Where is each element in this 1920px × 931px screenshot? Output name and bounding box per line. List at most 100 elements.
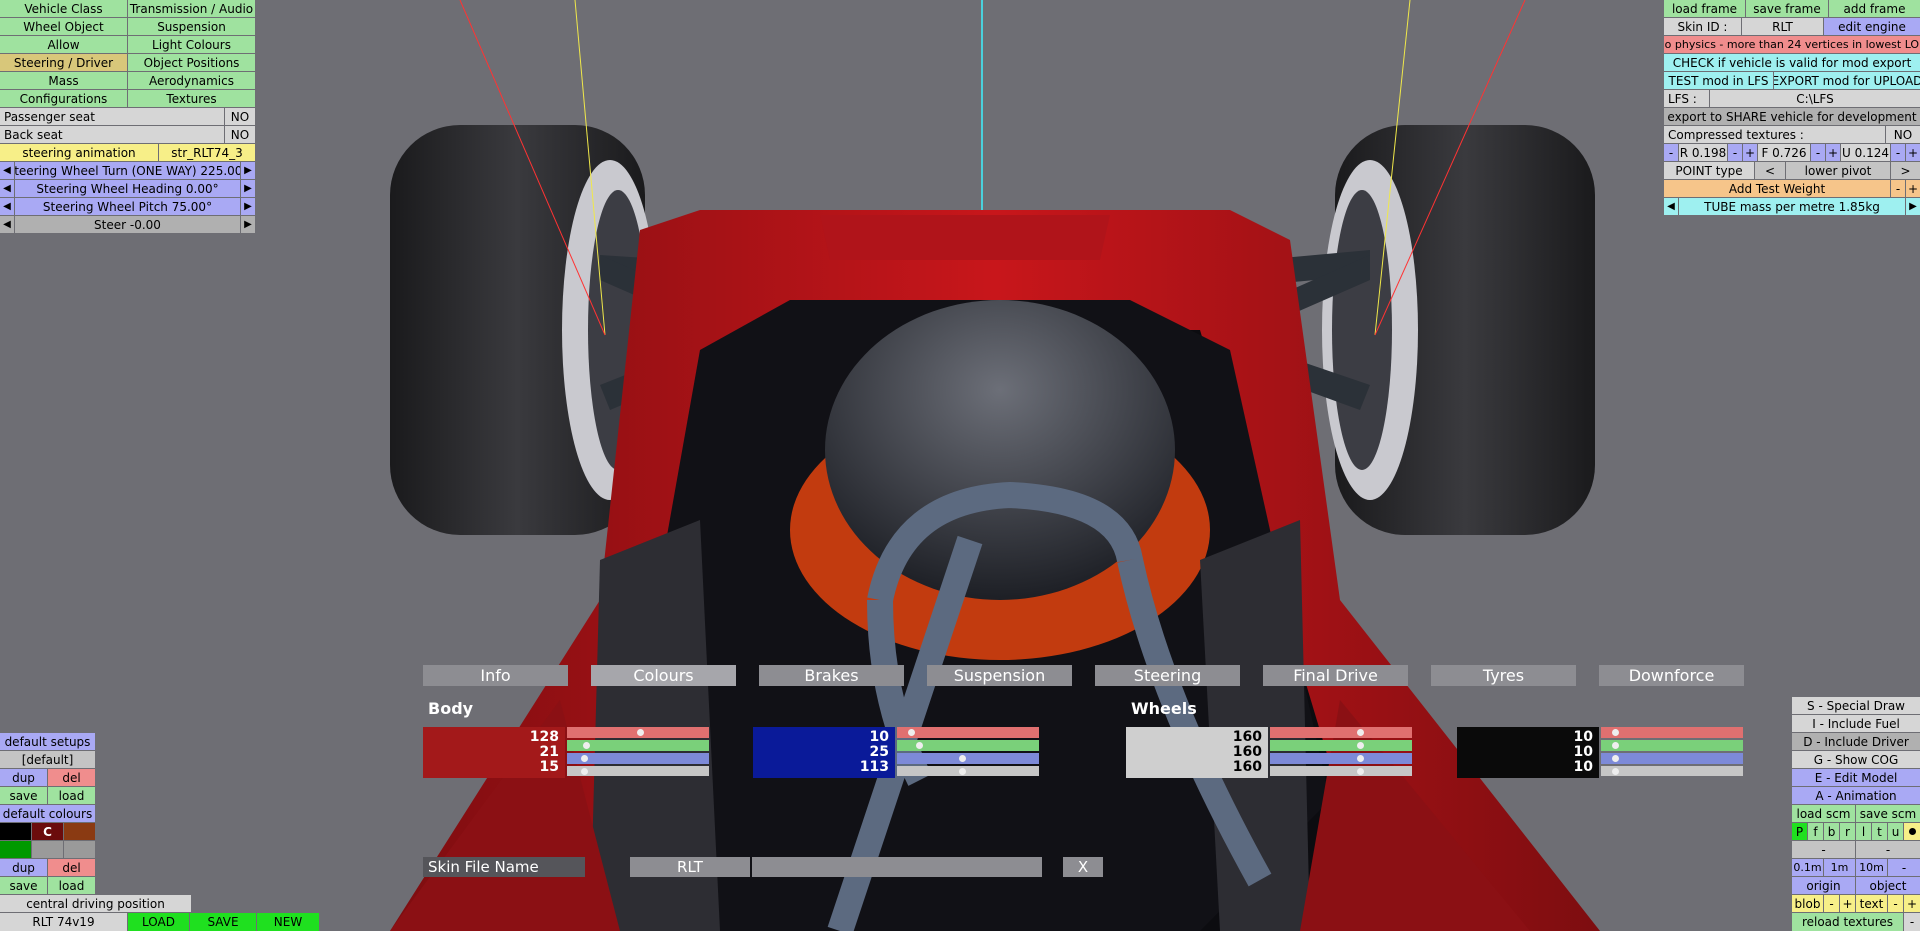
f-inner-minus-button[interactable]: - <box>1811 144 1825 161</box>
tab-downforce[interactable]: Downforce <box>1599 665 1744 686</box>
new-vehicle-button[interactable]: NEW <box>257 913 319 931</box>
slider-knob[interactable] <box>1357 742 1364 749</box>
reload-textures-button[interactable]: reload textures <box>1792 913 1903 931</box>
steer-slider[interactable]: Steer -0.00 <box>15 216 240 233</box>
slider-knob[interactable] <box>959 768 966 775</box>
menu-object-positions[interactable]: Object Positions <box>128 54 255 71</box>
dot-icon[interactable] <box>1904 823 1920 840</box>
point-type-next[interactable]: > <box>1891 162 1920 179</box>
colour-b-slider[interactable] <box>567 753 709 764</box>
slider-knob[interactable] <box>916 742 923 749</box>
vehicle-file-name[interactable]: RLT 74v19 <box>0 913 127 931</box>
colour-extra-slider[interactable] <box>567 766 709 776</box>
colour-g-slider[interactable] <box>567 740 709 751</box>
slider-knob[interactable] <box>1612 768 1619 775</box>
r-value[interactable]: R 0.198 <box>1679 144 1727 161</box>
colour-r-slider[interactable] <box>1270 727 1412 738</box>
step-10m-button[interactable]: 10m <box>1856 859 1887 876</box>
slider-knob[interactable] <box>581 768 588 775</box>
colour-extra-slider[interactable] <box>1601 766 1743 776</box>
slider-knob[interactable] <box>959 755 966 762</box>
menu-aerodynamics[interactable]: Aerodynamics <box>128 72 255 89</box>
test-mod-button[interactable]: TEST mod in LFS <box>1664 72 1773 89</box>
colour-extra-slider[interactable] <box>1270 766 1412 776</box>
u-minus-button[interactable]: + <box>1826 144 1840 161</box>
edit-model-button[interactable]: E - Edit Model <box>1792 769 1920 786</box>
zoom-plus-button[interactable]: - <box>1856 841 1920 858</box>
colours-load-button[interactable]: load <box>48 877 95 894</box>
slider-knob[interactable] <box>908 729 915 736</box>
colour-extra-slider[interactable] <box>897 766 1039 776</box>
setup-default-item[interactable]: [default] <box>0 751 95 768</box>
steer-decrease-icon[interactable]: ◀ <box>0 216 14 233</box>
edit-engine-button[interactable]: edit engine <box>1824 18 1920 35</box>
view-p-button[interactable]: P <box>1792 823 1807 840</box>
special-draw-toggle[interactable]: S - Special Draw <box>1792 697 1920 714</box>
tab-final-drive[interactable]: Final Drive <box>1263 665 1408 686</box>
swatch-black[interactable] <box>0 823 31 840</box>
menu-light-colours[interactable]: Light Colours <box>128 36 255 53</box>
colours-dup-button[interactable]: dup <box>0 859 47 876</box>
view-u-button[interactable]: u <box>1888 823 1903 840</box>
menu-suspension[interactable]: Suspension <box>128 18 255 35</box>
zoom-minus-button[interactable]: - <box>1792 841 1855 858</box>
menu-mass[interactable]: Mass <box>0 72 127 89</box>
colour-swatch-4[interactable]: 10 10 10 <box>1457 727 1599 778</box>
colour-r-slider[interactable] <box>1601 727 1743 738</box>
colour-r-slider[interactable] <box>897 727 1039 738</box>
menu-steering-driver[interactable]: Steering / Driver <box>0 54 127 71</box>
load-vehicle-button[interactable]: LOAD <box>128 913 189 931</box>
load-frame-button[interactable]: load frame <box>1664 0 1745 17</box>
show-cog-toggle[interactable]: G - Show COG <box>1792 751 1920 768</box>
central-driving-position-button[interactable]: central driving position <box>0 895 191 912</box>
f-value[interactable]: F 0.726 <box>1758 144 1810 161</box>
colour-g-slider[interactable] <box>897 740 1039 751</box>
swatch-grey-1[interactable] <box>32 841 63 858</box>
slider-knob[interactable] <box>1612 742 1619 749</box>
passenger-seat-toggle[interactable]: NO <box>225 108 255 125</box>
animation-button[interactable]: A - Animation <box>1792 787 1920 804</box>
tube-mass-increase-icon[interactable]: ▶ <box>1906 198 1920 215</box>
f-minus-button[interactable]: + <box>1743 144 1757 161</box>
view-t-button[interactable]: t <box>1872 823 1887 840</box>
colour-b-slider[interactable] <box>897 753 1039 764</box>
steering-animation-value[interactable]: str_RLT74_3 <box>159 144 255 161</box>
point-type-value[interactable]: lower pivot <box>1786 162 1890 179</box>
swatch-brown[interactable] <box>64 823 95 840</box>
view-l-button[interactable]: l <box>1856 823 1871 840</box>
compressed-textures-toggle[interactable]: NO <box>1886 126 1920 143</box>
default-colours-button[interactable]: default colours <box>0 805 95 822</box>
skin-file-name-value[interactable]: RLT <box>630 857 750 877</box>
menu-transmission-audio[interactable]: Transmission / Audio <box>128 0 255 17</box>
u-plus-button[interactable]: + <box>1906 144 1920 161</box>
setup-save-button[interactable]: save <box>0 787 47 804</box>
swatch-green[interactable] <box>0 841 31 858</box>
swatch-grey-2[interactable] <box>64 841 95 858</box>
view-f-button[interactable]: f <box>1808 823 1823 840</box>
colour-g-slider[interactable] <box>1270 740 1412 751</box>
slider-knob[interactable] <box>1357 755 1364 762</box>
u-inner-minus-button[interactable]: - <box>1891 144 1905 161</box>
slider-knob[interactable] <box>1612 729 1619 736</box>
u-value[interactable]: U 0.124 <box>1841 144 1890 161</box>
colour-g-slider[interactable] <box>1601 740 1743 751</box>
text-minus-button[interactable]: - <box>1888 895 1903 912</box>
save-vehicle-button[interactable]: SAVE <box>190 913 256 931</box>
colour-b-slider[interactable] <box>1270 753 1412 764</box>
tube-mass-slider[interactable]: TUBE mass per metre 1.85kg <box>1679 198 1905 215</box>
r-minus-button[interactable]: - <box>1664 144 1678 161</box>
tab-colours[interactable]: Colours <box>591 665 736 686</box>
colour-b-slider[interactable] <box>1601 753 1743 764</box>
slider-knob[interactable] <box>1357 768 1364 775</box>
include-fuel-toggle[interactable]: I - Include Fuel <box>1792 715 1920 732</box>
colours-save-button[interactable]: save <box>0 877 47 894</box>
tab-suspension[interactable]: Suspension <box>927 665 1072 686</box>
steering-wheel-pitch-slider[interactable]: Steering Wheel Pitch 75.00° <box>15 198 240 215</box>
turn-increase-icon[interactable]: ▶ <box>241 162 255 179</box>
turn-decrease-icon[interactable]: ◀ <box>0 162 14 179</box>
load-scm-button[interactable]: load scm <box>1792 805 1855 822</box>
add-frame-button[interactable]: add frame <box>1829 0 1920 17</box>
colour-swatch-2[interactable]: 10 25 113 <box>753 727 895 778</box>
colour-swatch-3[interactable]: 160 160 160 <box>1126 727 1268 778</box>
tab-steering[interactable]: Steering <box>1095 665 1240 686</box>
